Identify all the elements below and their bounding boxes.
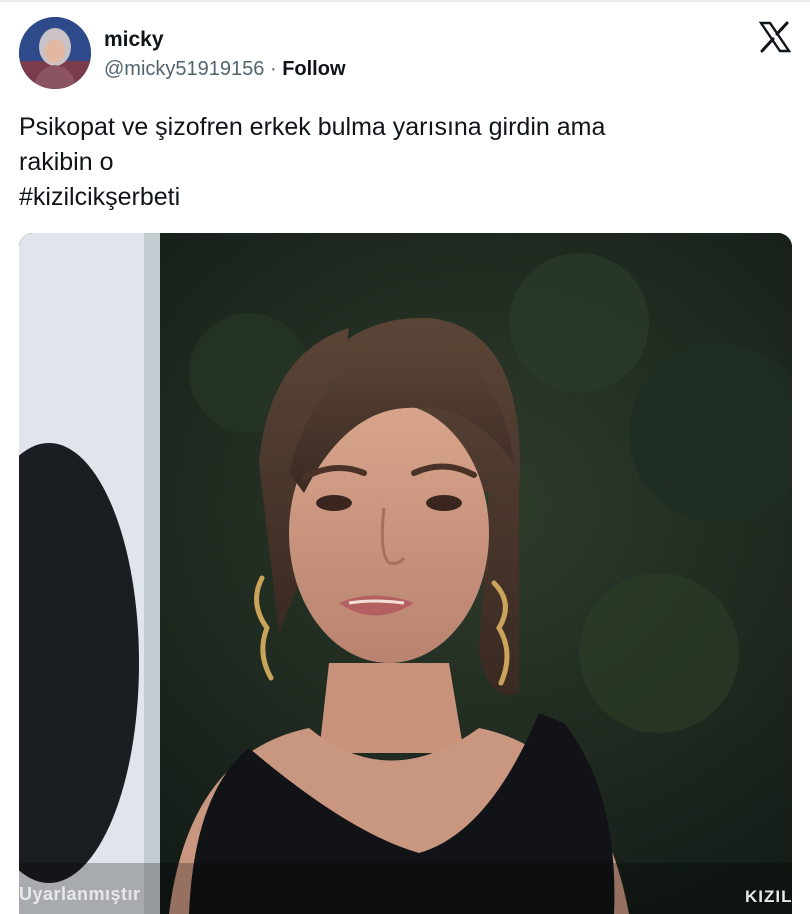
author-handle[interactable]: @micky51919156 (104, 58, 264, 80)
tweet-media[interactable] (19, 233, 792, 914)
tweet-text-line: Psikopat ve şizofren erkek bulma yarısın… (19, 113, 606, 141)
avatar[interactable] (19, 17, 91, 89)
follow-button[interactable]: Follow (282, 58, 345, 80)
separator-dot: · (269, 58, 277, 80)
media-caption-left: Uyarlanmıştır (19, 884, 141, 904)
tweet-header: micky @micky51919156 · Follow (0, 0, 810, 100)
tweet-card: micky @micky51919156 · Follow Psikopat v… (0, 0, 810, 914)
media-caption-right: KIZIL (745, 887, 793, 906)
x-logo-icon[interactable] (758, 20, 792, 54)
tweet-text-line: rakibin o (19, 148, 114, 176)
author-handle-line: @micky51919156 · Follow (104, 57, 346, 81)
tweet-text: Psikopat ve şizofren erkek bulma yarısın… (19, 110, 789, 215)
author-display-name[interactable]: micky (104, 28, 164, 52)
hashtag-link[interactable]: #kizilcikşerbeti (19, 180, 789, 215)
